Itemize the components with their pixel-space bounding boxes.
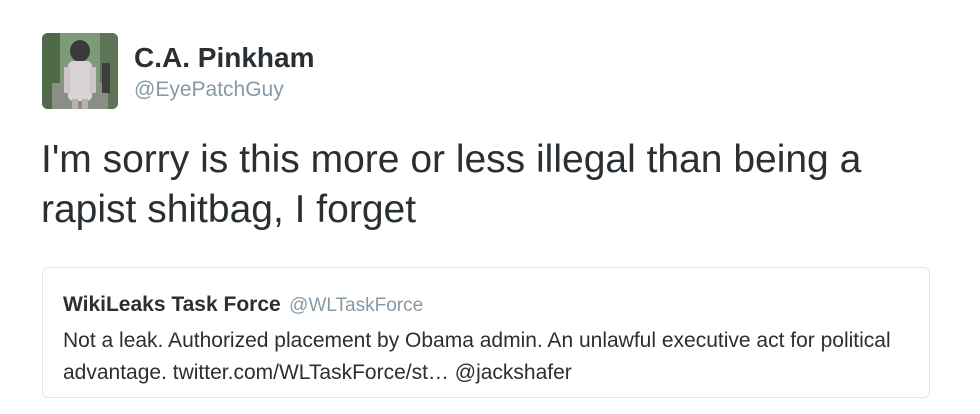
quoted-tweet[interactable]: WikiLeaks Task Force @WLTaskForce Not a …	[42, 267, 930, 398]
author-name[interactable]: C.A. Pinkham	[134, 42, 314, 74]
quoted-tweet-text: Not a leak. Authorized placement by Obam…	[63, 329, 891, 384]
profile-photo-icon	[42, 33, 118, 109]
author-handle[interactable]: @EyePatchGuy	[134, 77, 284, 103]
tweet-text: I'm sorry is this more or less illegal t…	[41, 138, 862, 231]
quoted-tweet-header: WikiLeaks Task Force @WLTaskForce	[63, 292, 423, 320]
quoted-author-name: WikiLeaks Task Force	[63, 293, 281, 316]
profile-avatar[interactable]	[42, 33, 118, 109]
tweet-card: C.A. Pinkham @EyePatchGuy I'm sorry is t…	[0, 0, 980, 414]
quoted-author-handle: @WLTaskForce	[289, 295, 424, 316]
